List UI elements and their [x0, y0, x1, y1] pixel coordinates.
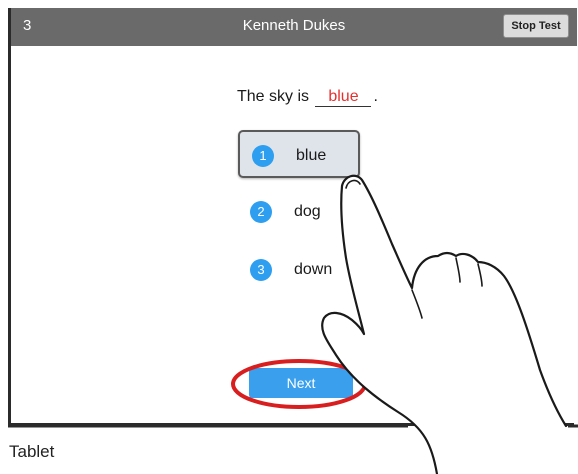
next-button[interactable]: Next — [249, 368, 353, 398]
question-sentence: The sky is blue. — [237, 88, 378, 107]
tablet-screen: 3 Kenneth Dukes Stop Test The sky is blu… — [8, 8, 577, 426]
option-down[interactable]: 3 down — [238, 246, 360, 294]
option-blue[interactable]: 1 blue — [238, 130, 360, 178]
option-label: blue — [296, 147, 327, 164]
sentence-prefix: The sky is — [237, 88, 310, 105]
option-dog[interactable]: 2 dog — [238, 188, 360, 236]
answer-blank: blue — [315, 88, 372, 107]
option-number-badge: 3 — [250, 259, 272, 281]
option-number-badge: 1 — [252, 145, 274, 167]
option-label: dog — [294, 203, 321, 220]
stop-test-button[interactable]: Stop Test — [503, 14, 569, 38]
device-caption: Tablet — [9, 442, 55, 461]
student-name: Kenneth Dukes — [242, 17, 346, 34]
option-number-badge: 2 — [250, 201, 272, 223]
sentence-suffix: . — [373, 88, 378, 105]
option-label: down — [294, 261, 333, 278]
top-bar: 3 Kenneth Dukes Stop Test — [11, 8, 577, 46]
